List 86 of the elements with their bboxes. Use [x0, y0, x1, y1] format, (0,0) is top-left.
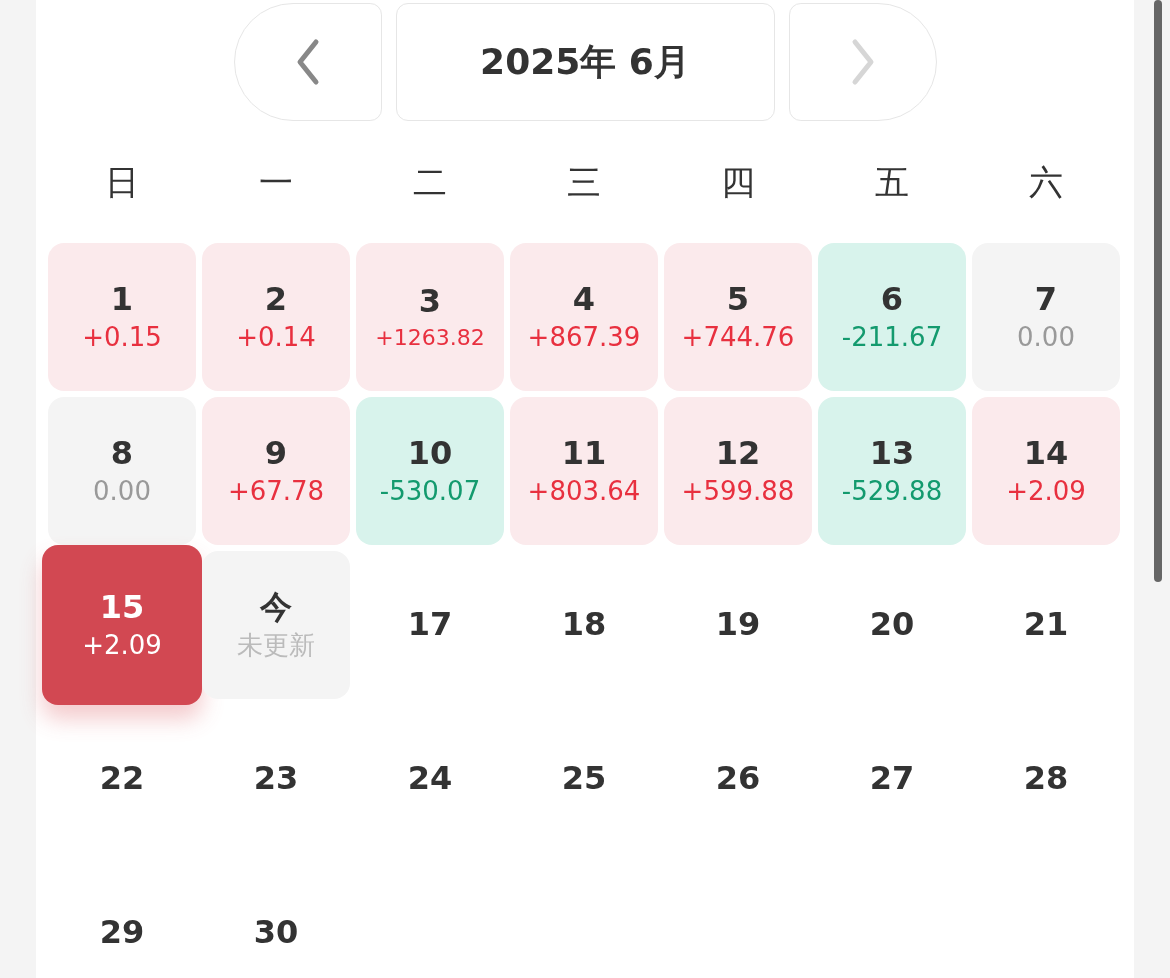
- day-profit: +2.09: [1006, 477, 1086, 506]
- day-number: 29: [99, 915, 145, 951]
- day-number: 8: [110, 436, 134, 472]
- day-number: 9: [264, 436, 288, 472]
- day-profit: +67.78: [227, 477, 325, 506]
- day-profit: -530.07: [379, 477, 481, 506]
- day-cell[interactable]: 22: [48, 705, 196, 853]
- day-cell[interactable]: 3 +1263.82: [356, 243, 504, 391]
- day-cell[interactable]: 6 -211.67: [818, 243, 966, 391]
- day-profit: +803.64: [527, 477, 641, 506]
- day-number: 25: [561, 761, 607, 797]
- day-cell[interactable]: 7 0.00: [972, 243, 1120, 391]
- day-cell[interactable]: 4 +867.39: [510, 243, 658, 391]
- day-number: 7: [1034, 282, 1058, 318]
- day-cell[interactable]: 26: [664, 705, 812, 853]
- day-cell[interactable]: 15 +2.09: [42, 545, 202, 705]
- day-number: 21: [1023, 607, 1069, 643]
- day-profit: -211.67: [841, 323, 943, 352]
- weekday-label: 三: [566, 160, 602, 204]
- day-cell[interactable]: 28: [972, 705, 1120, 853]
- day-cell[interactable]: 25: [510, 705, 658, 853]
- day-profit: +0.14: [236, 323, 316, 352]
- previous-month-button[interactable]: [233, 3, 382, 121]
- day-number: 20: [869, 607, 915, 643]
- day-number: 28: [1023, 761, 1069, 797]
- day-cell[interactable]: 12 +599.88: [664, 397, 812, 545]
- scrollbar[interactable]: [1154, 0, 1162, 582]
- day-cell[interactable]: 18: [510, 551, 658, 699]
- day-cell[interactable]: 11 +803.64: [510, 397, 658, 545]
- day-cell[interactable]: 21: [972, 551, 1120, 699]
- day-profit: -529.88: [841, 477, 943, 506]
- day-number: 24: [407, 761, 453, 797]
- weekday-label: 六: [1028, 160, 1064, 204]
- weekday-label: 四: [720, 160, 756, 204]
- day-cell[interactable]: 10 -530.07: [356, 397, 504, 545]
- weekday-label: 二: [412, 160, 448, 204]
- weekday-label: 一: [258, 160, 294, 204]
- day-number: 26: [715, 761, 761, 797]
- day-number: 14: [1023, 436, 1069, 472]
- day-number: 5: [726, 282, 750, 318]
- day-number: 4: [572, 282, 596, 318]
- day-profit: +1263.82: [375, 325, 485, 350]
- day-number: 27: [869, 761, 915, 797]
- day-number: 19: [715, 607, 761, 643]
- day-cell[interactable]: 9 +67.78: [202, 397, 350, 545]
- day-number: 11: [561, 436, 607, 472]
- day-profit: +0.15: [82, 323, 162, 352]
- day-cell[interactable]: 20: [818, 551, 966, 699]
- weekday-label: 五: [874, 160, 910, 204]
- day-cell[interactable]: 1 +0.15: [48, 243, 196, 391]
- day-profit: +2.09: [82, 631, 162, 660]
- day-number: 15: [99, 590, 145, 626]
- day-number: 17: [407, 607, 453, 643]
- day-number: 30: [253, 915, 299, 951]
- day-cell[interactable]: 8 0.00: [48, 397, 196, 545]
- day-cell[interactable]: 5 +744.76: [664, 243, 812, 391]
- day-cell[interactable]: 19: [664, 551, 812, 699]
- day-profit: 0.00: [1017, 323, 1075, 352]
- day-profit: +867.39: [527, 323, 641, 352]
- day-number: 18: [561, 607, 607, 643]
- day-cell[interactable]: 2 +0.14: [202, 243, 350, 391]
- day-cell[interactable]: 30: [202, 859, 350, 978]
- weekday-label: 日: [104, 160, 140, 204]
- day-number: 2: [264, 282, 288, 318]
- day-cell[interactable]: 23: [202, 705, 350, 853]
- day-cell[interactable]: 24: [356, 705, 504, 853]
- day-profit: +599.88: [681, 477, 795, 506]
- day-profit: 0.00: [93, 477, 151, 506]
- day-number: 6: [880, 282, 904, 318]
- day-cell[interactable]: 今 未更新: [202, 551, 350, 699]
- day-cell[interactable]: 17: [356, 551, 504, 699]
- day-number: 今: [260, 590, 292, 626]
- month-selector[interactable]: 2025年 6月: [395, 3, 775, 121]
- day-cell[interactable]: 14 +2.09: [972, 397, 1120, 545]
- day-cell[interactable]: 27: [818, 705, 966, 853]
- day-number: 23: [253, 761, 299, 797]
- day-number: 1: [110, 282, 134, 318]
- day-cell[interactable]: 13 -529.88: [818, 397, 966, 545]
- day-number: 10: [407, 436, 453, 472]
- day-profit: +744.76: [681, 323, 795, 352]
- day-number: 13: [869, 436, 915, 472]
- day-number: 3: [418, 284, 442, 320]
- day-cell[interactable]: 29: [48, 859, 196, 978]
- day-number: 12: [715, 436, 761, 472]
- day-profit: 未更新: [237, 631, 315, 660]
- day-number: 22: [99, 761, 145, 797]
